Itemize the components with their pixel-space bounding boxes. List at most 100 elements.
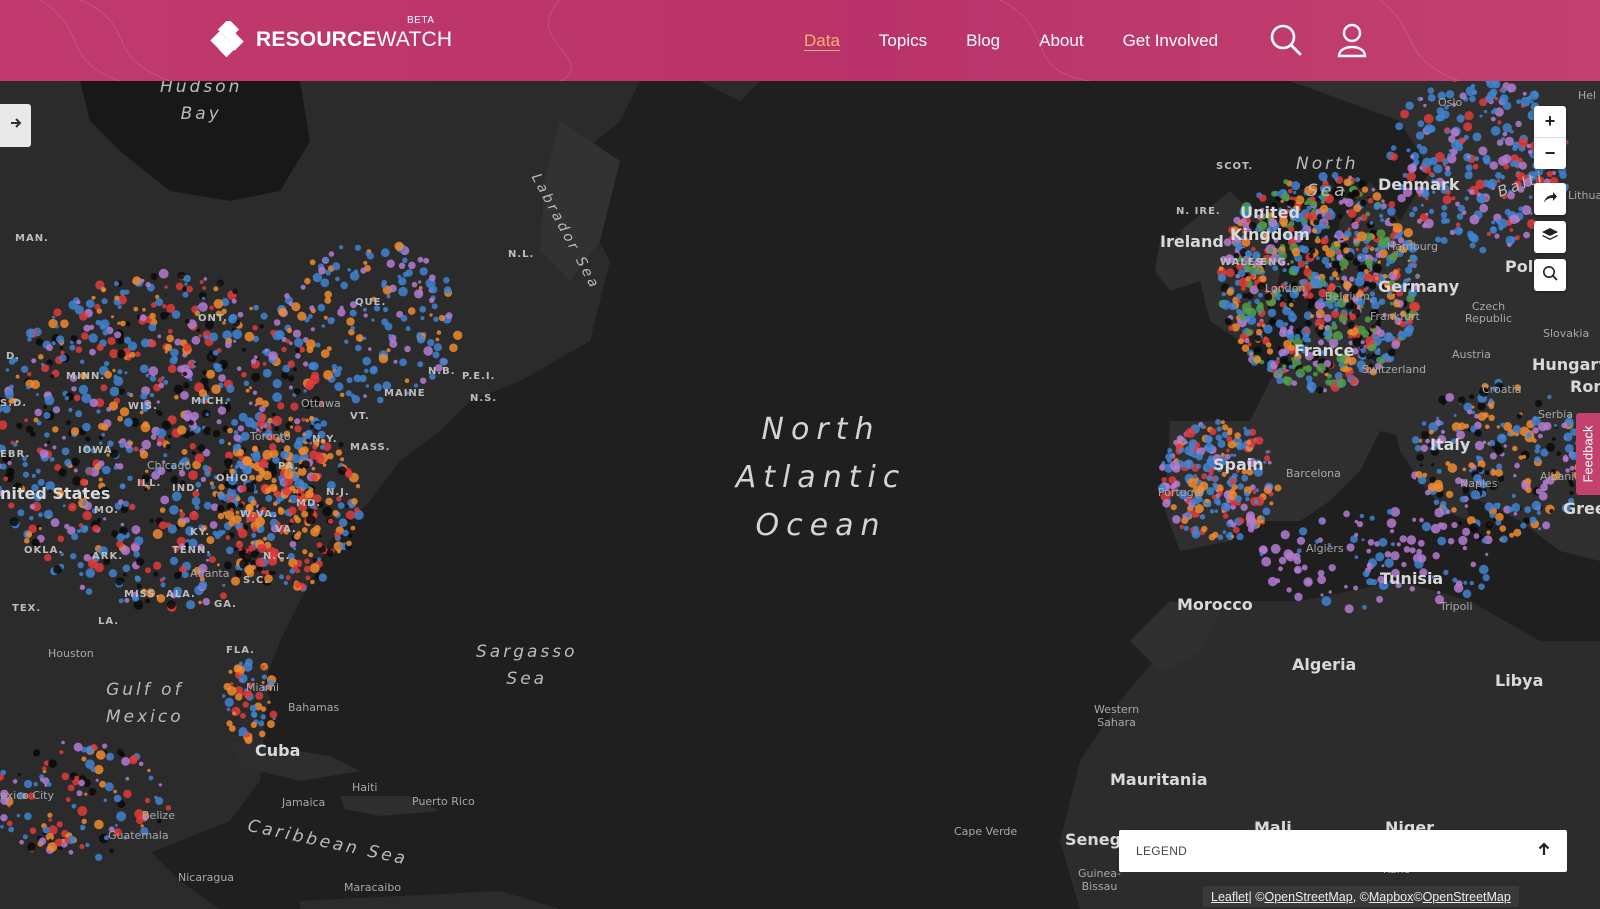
data-point[interactable] (76, 339, 82, 345)
data-point[interactable] (140, 338, 150, 348)
data-point[interactable] (1245, 491, 1250, 496)
data-point[interactable] (81, 818, 87, 825)
data-point[interactable] (1421, 421, 1427, 426)
data-point[interactable] (209, 521, 218, 529)
data-point[interactable] (1409, 547, 1416, 554)
data-point[interactable] (404, 345, 411, 353)
data-point[interactable] (1201, 473, 1208, 480)
nav-data[interactable]: Data (804, 31, 840, 51)
data-point[interactable] (418, 286, 423, 290)
data-point[interactable] (122, 500, 130, 507)
data-point[interactable] (79, 312, 88, 321)
data-point[interactable] (71, 803, 77, 809)
data-point[interactable] (436, 330, 442, 335)
data-point[interactable] (217, 492, 226, 501)
data-point[interactable] (295, 353, 301, 359)
data-point[interactable] (354, 507, 360, 513)
data-point[interactable] (53, 565, 62, 574)
zoom-out-button[interactable]: − (1534, 137, 1566, 169)
data-point[interactable] (86, 468, 93, 475)
data-point[interactable] (1338, 362, 1344, 368)
data-point[interactable] (1319, 520, 1323, 525)
data-point[interactable] (1388, 201, 1396, 208)
data-point[interactable] (0, 463, 7, 470)
data-point[interactable] (380, 248, 390, 258)
data-point[interactable] (1332, 271, 1339, 278)
data-point[interactable] (33, 782, 38, 787)
data-point[interactable] (109, 848, 114, 853)
data-point[interactable] (1291, 247, 1301, 257)
data-point[interactable] (237, 448, 245, 456)
data-point[interactable] (177, 518, 186, 528)
data-point[interactable] (1343, 247, 1350, 254)
data-point[interactable] (1301, 564, 1308, 571)
data-point[interactable] (433, 316, 439, 322)
data-point[interactable] (305, 339, 316, 349)
data-point[interactable] (0, 825, 4, 829)
data-point[interactable] (1184, 440, 1188, 445)
data-point[interactable] (79, 584, 86, 590)
data-point[interactable] (326, 549, 334, 557)
data-point[interactable] (289, 518, 295, 524)
data-point[interactable] (95, 319, 102, 326)
data-point[interactable] (1309, 314, 1314, 319)
data-point[interactable] (217, 406, 227, 415)
data-point[interactable] (293, 367, 297, 372)
data-point[interactable] (1237, 517, 1245, 524)
data-point[interactable] (256, 419, 266, 428)
data-point[interactable] (1216, 426, 1222, 432)
data-point[interactable] (1536, 510, 1541, 515)
map-search-button[interactable] (1534, 259, 1566, 291)
data-point[interactable] (279, 574, 284, 580)
data-point[interactable] (1529, 516, 1537, 524)
data-point[interactable] (1281, 192, 1290, 202)
data-point[interactable] (289, 540, 297, 548)
data-point[interactable] (104, 361, 110, 367)
data-point[interactable] (1478, 146, 1488, 156)
data-point[interactable] (418, 280, 422, 284)
data-point[interactable] (158, 382, 164, 389)
data-point[interactable] (59, 354, 67, 362)
data-point[interactable] (1401, 561, 1407, 568)
data-point[interactable] (259, 473, 264, 478)
data-point[interactable] (288, 499, 292, 503)
data-point[interactable] (283, 445, 291, 453)
data-point[interactable] (140, 824, 144, 828)
data-point[interactable] (1510, 160, 1517, 168)
data-point[interactable] (212, 350, 219, 356)
data-point[interactable] (347, 268, 351, 272)
data-point[interactable] (1455, 580, 1463, 587)
data-point[interactable] (57, 535, 65, 543)
data-point[interactable] (68, 849, 74, 855)
data-point[interactable] (1255, 335, 1262, 342)
data-point[interactable] (248, 386, 253, 390)
data-point[interactable] (1354, 532, 1359, 537)
data-point[interactable] (1549, 508, 1554, 514)
data-point[interactable] (298, 493, 302, 497)
data-point[interactable] (325, 269, 331, 276)
data-point[interactable] (1468, 462, 1475, 469)
data-point[interactable] (101, 432, 105, 437)
data-point[interactable] (1485, 552, 1489, 556)
data-point[interactable] (1469, 394, 1475, 400)
data-point[interactable] (224, 341, 232, 349)
data-point[interactable] (91, 295, 96, 300)
data-point[interactable] (1403, 228, 1414, 238)
data-point[interactable] (168, 434, 172, 439)
data-point[interactable] (363, 260, 368, 266)
data-point[interactable] (1167, 448, 1173, 454)
data-point[interactable] (156, 441, 162, 447)
data-point[interactable] (119, 752, 125, 758)
data-point[interactable] (1208, 533, 1216, 541)
data-point[interactable] (265, 487, 272, 494)
data-point[interactable] (213, 362, 220, 369)
data-point[interactable] (125, 776, 130, 781)
data-point[interactable] (54, 406, 58, 410)
data-point[interactable] (1518, 137, 1528, 148)
data-point[interactable] (166, 334, 174, 343)
data-point[interactable] (200, 476, 207, 483)
data-point[interactable] (1484, 470, 1490, 476)
data-point[interactable] (68, 407, 73, 413)
data-point[interactable] (261, 674, 268, 680)
data-point[interactable] (1288, 310, 1295, 317)
